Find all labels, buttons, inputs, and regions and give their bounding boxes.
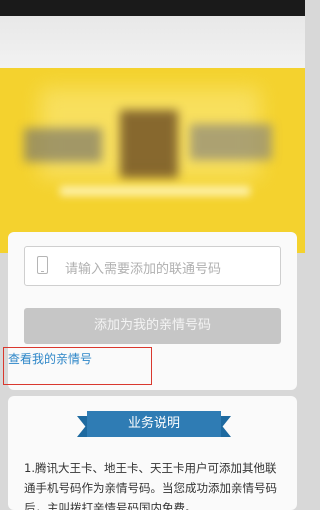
banner-card-image <box>24 128 102 162</box>
service-description: 1.腾讯大王卡、地王卡、天王卡用户可添加其他联通手机号码作为亲情号码。当您成功添… <box>24 461 277 510</box>
promo-banner <box>0 68 305 253</box>
page-header-area <box>0 16 305 68</box>
status-bar <box>0 0 305 16</box>
add-family-number-button[interactable]: 添加为我的亲情号码 <box>24 308 281 344</box>
phone-input-placeholder: 请输入需要添加的联通号码 <box>65 262 222 277</box>
section-title: 业务说明 <box>87 411 221 437</box>
phone-number-input[interactable]: 请输入需要添加的联通号码 <box>24 246 281 286</box>
highlight-box <box>3 347 152 385</box>
banner-card-image <box>190 124 272 160</box>
service-info-card: 业务说明 1.腾讯大王卡、地王卡、天王卡用户可添加其他联通手机号码作为亲情号码。… <box>8 396 297 510</box>
section-title-ribbon: 业务说明 <box>77 411 231 437</box>
banner-card-image <box>120 110 178 178</box>
phone-icon <box>37 256 48 274</box>
